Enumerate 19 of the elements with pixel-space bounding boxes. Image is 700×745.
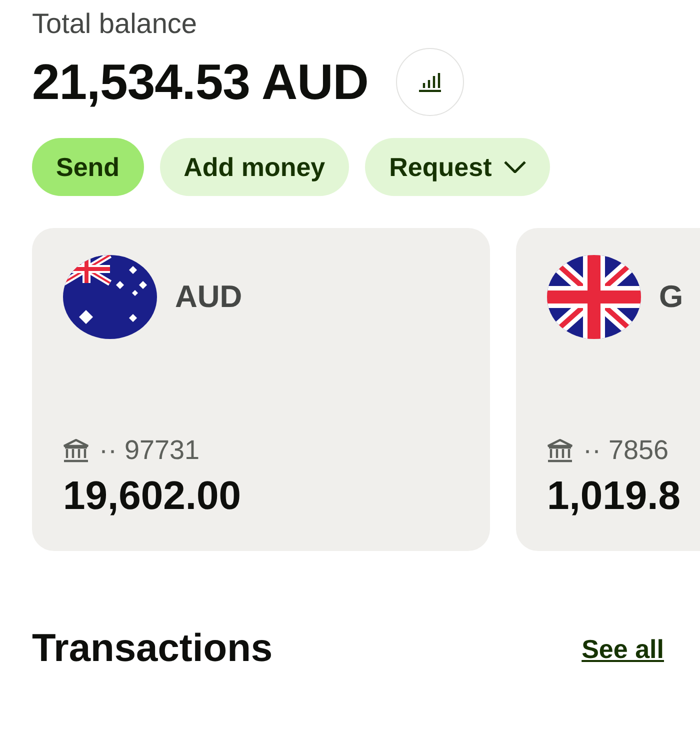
action-button[interactable]: Send [32,138,144,196]
account-number: ·· 97731 [99,435,200,466]
account-card[interactable]: AUD ·· 97731 19,602.00 [32,228,490,551]
chevron-down-icon [504,161,526,173]
balance-amount: 21,534.53 AUD [32,53,368,111]
bar-chart-icon [418,72,442,92]
currency-code: G [659,279,684,315]
account-number: ·· 7856 [583,435,669,466]
section-title: Transactions [32,627,273,671]
balance-label: Total balance [32,8,198,40]
request-dropdown[interactable]: Request [365,138,550,196]
account-balance: 19,602.00 [63,474,242,519]
account-balance: 1,019.8 [547,474,682,519]
bank-icon [63,438,89,462]
currency-code: AUD [175,279,242,315]
action-button[interactable]: Add money [160,138,350,196]
account-card[interactable]: G ·· 7856 1,019.8 [516,228,700,551]
bank-icon [547,438,573,462]
see-all-link[interactable]: See all [582,634,664,664]
